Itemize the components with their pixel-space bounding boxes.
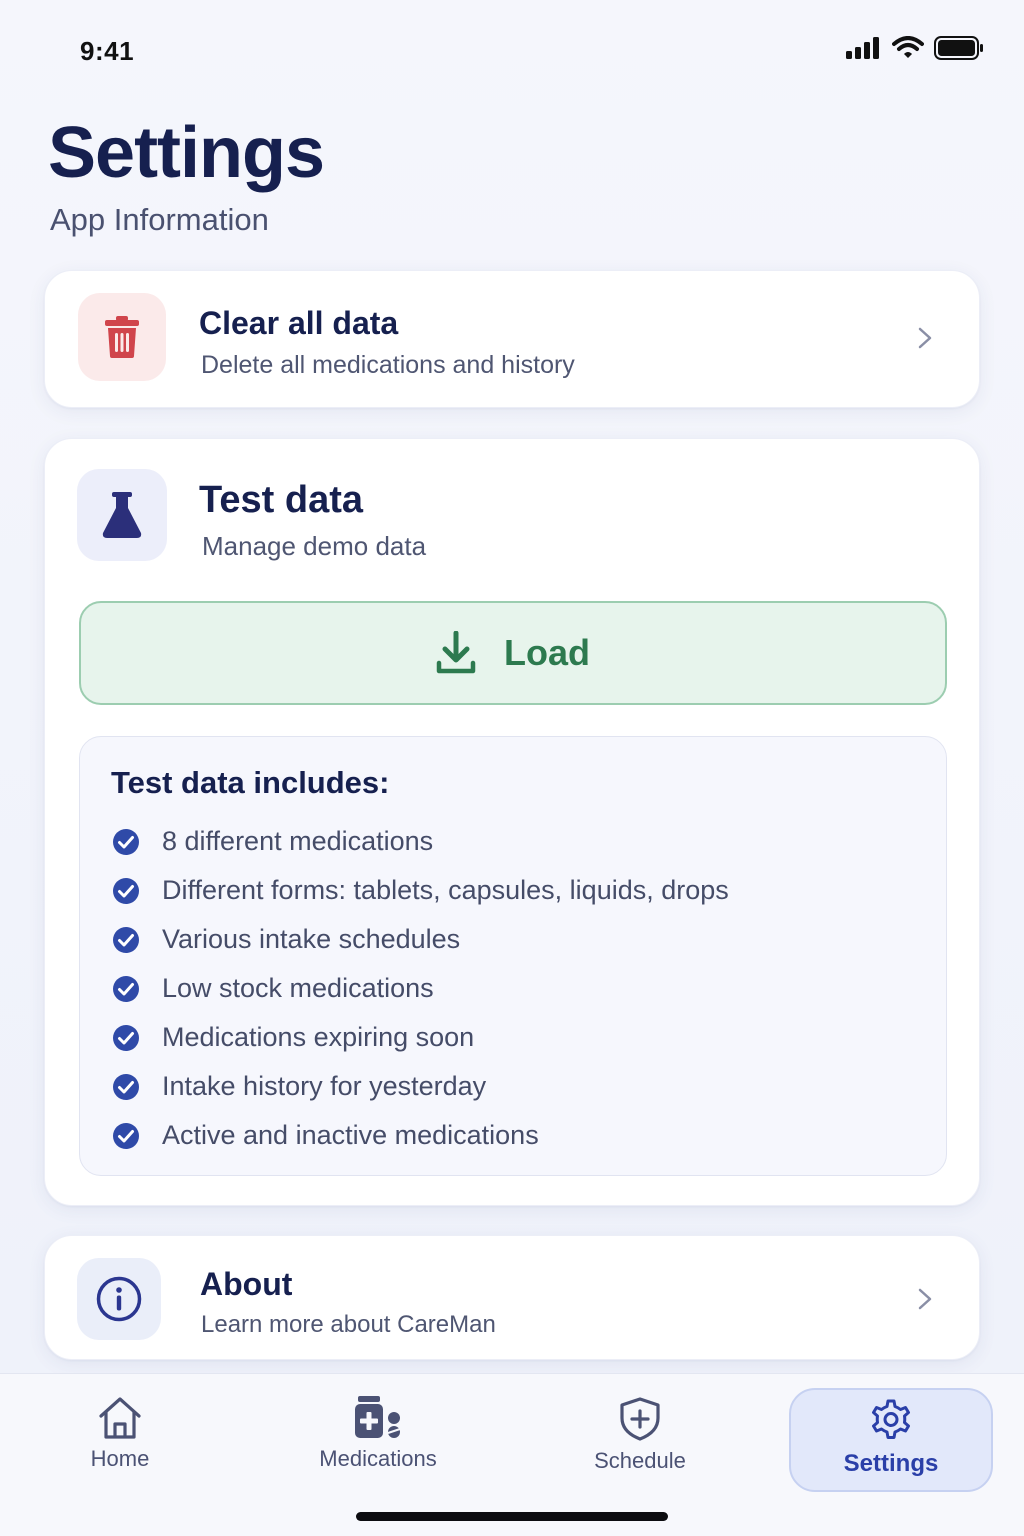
nav-label-settings: Settings — [843, 1450, 939, 1477]
page-subtitle: App Information — [50, 202, 269, 237]
nav-label-home: Home — [90, 1446, 150, 1471]
about-card[interactable]: About Learn more about CareMan — [44, 1235, 980, 1360]
nav-item-medications[interactable]: Medications — [276, 1388, 480, 1492]
download-icon — [436, 631, 476, 674]
check-circle-icon — [113, 1024, 139, 1051]
chevron-right-icon — [918, 1288, 932, 1310]
page-title: Settings — [48, 113, 325, 193]
list-item: Intake history for yesterday — [112, 1062, 729, 1111]
nav-item-schedule[interactable]: Schedule — [538, 1388, 742, 1492]
signal-icon — [846, 37, 879, 59]
nav-label-medications: Medications — [319, 1446, 437, 1471]
nav-item-home[interactable]: Home — [18, 1388, 222, 1492]
nav-label-schedule: Schedule — [594, 1448, 686, 1473]
home-indicator — [356, 1512, 668, 1521]
test-data-subtitle: Manage demo data — [202, 531, 427, 561]
nav-item-settings[interactable]: Settings — [789, 1388, 993, 1492]
list-item: Medications expiring soon — [112, 1013, 729, 1062]
check-circle-icon — [113, 1073, 139, 1100]
check-circle-icon — [113, 926, 139, 953]
info-icon — [96, 1276, 142, 1322]
list-item-text: Active and inactive medications — [162, 1120, 539, 1150]
list-item: Different forms: tablets, capsules, liqu… — [112, 866, 729, 915]
trash-icon — [105, 316, 139, 358]
gear-icon — [872, 1399, 910, 1439]
clear-data-subtitle: Delete all medications and history — [201, 351, 575, 379]
info-icon-tile — [77, 1258, 161, 1340]
load-button-label: Load — [504, 632, 590, 673]
list-item-text: Medications expiring soon — [162, 1022, 475, 1052]
status-bar: 9:41 — [0, 28, 1024, 72]
check-circle-icon — [113, 828, 139, 855]
list-item-text: Various intake schedules — [162, 924, 461, 954]
test-data-includes-box: Test data includes: 8 different medicati… — [79, 736, 947, 1176]
list-item-text: Different forms: tablets, capsules, liqu… — [162, 875, 729, 905]
home-icon — [99, 1397, 141, 1439]
list-item-text: Intake history for yesterday — [162, 1071, 487, 1101]
test-data-title: Test data — [199, 479, 364, 521]
list-item-text: Low stock medications — [162, 973, 434, 1003]
about-title: About — [200, 1266, 293, 1302]
shield-plus-icon — [620, 1397, 660, 1441]
list-item: Low stock medications — [112, 964, 729, 1013]
clear-data-title: Clear all data — [199, 305, 399, 341]
status-time: 9:41 — [80, 36, 135, 66]
check-circle-icon — [113, 1122, 139, 1149]
list-item: Active and inactive medications — [112, 1111, 729, 1160]
check-circle-icon — [113, 877, 139, 904]
flask-icon — [102, 492, 142, 538]
load-button[interactable]: Load — [79, 601, 947, 705]
flask-icon-tile — [77, 469, 167, 561]
medications-icon — [355, 1396, 401, 1438]
settings-screen: 9:41 Settings App Information Clear all … — [0, 0, 1024, 1536]
check-circle-icon — [113, 975, 139, 1002]
battery-icon — [934, 36, 983, 60]
list-item: 8 different medications — [112, 817, 729, 866]
includes-title: Test data includes: — [111, 765, 390, 800]
chevron-right-icon — [918, 327, 932, 349]
list-item: Various intake schedules — [112, 915, 729, 964]
status-icons — [846, 36, 984, 60]
test-data-card: Test data Manage demo data Load Test dat… — [44, 438, 980, 1206]
list-item-text: 8 different medications — [162, 826, 434, 856]
trash-icon-tile — [78, 293, 166, 381]
clear-all-data-card[interactable]: Clear all data Delete all medications an… — [44, 270, 980, 408]
wifi-icon — [892, 36, 924, 58]
includes-list: 8 different medications Different forms:… — [112, 817, 729, 1160]
about-subtitle: Learn more about CareMan — [201, 1311, 496, 1338]
